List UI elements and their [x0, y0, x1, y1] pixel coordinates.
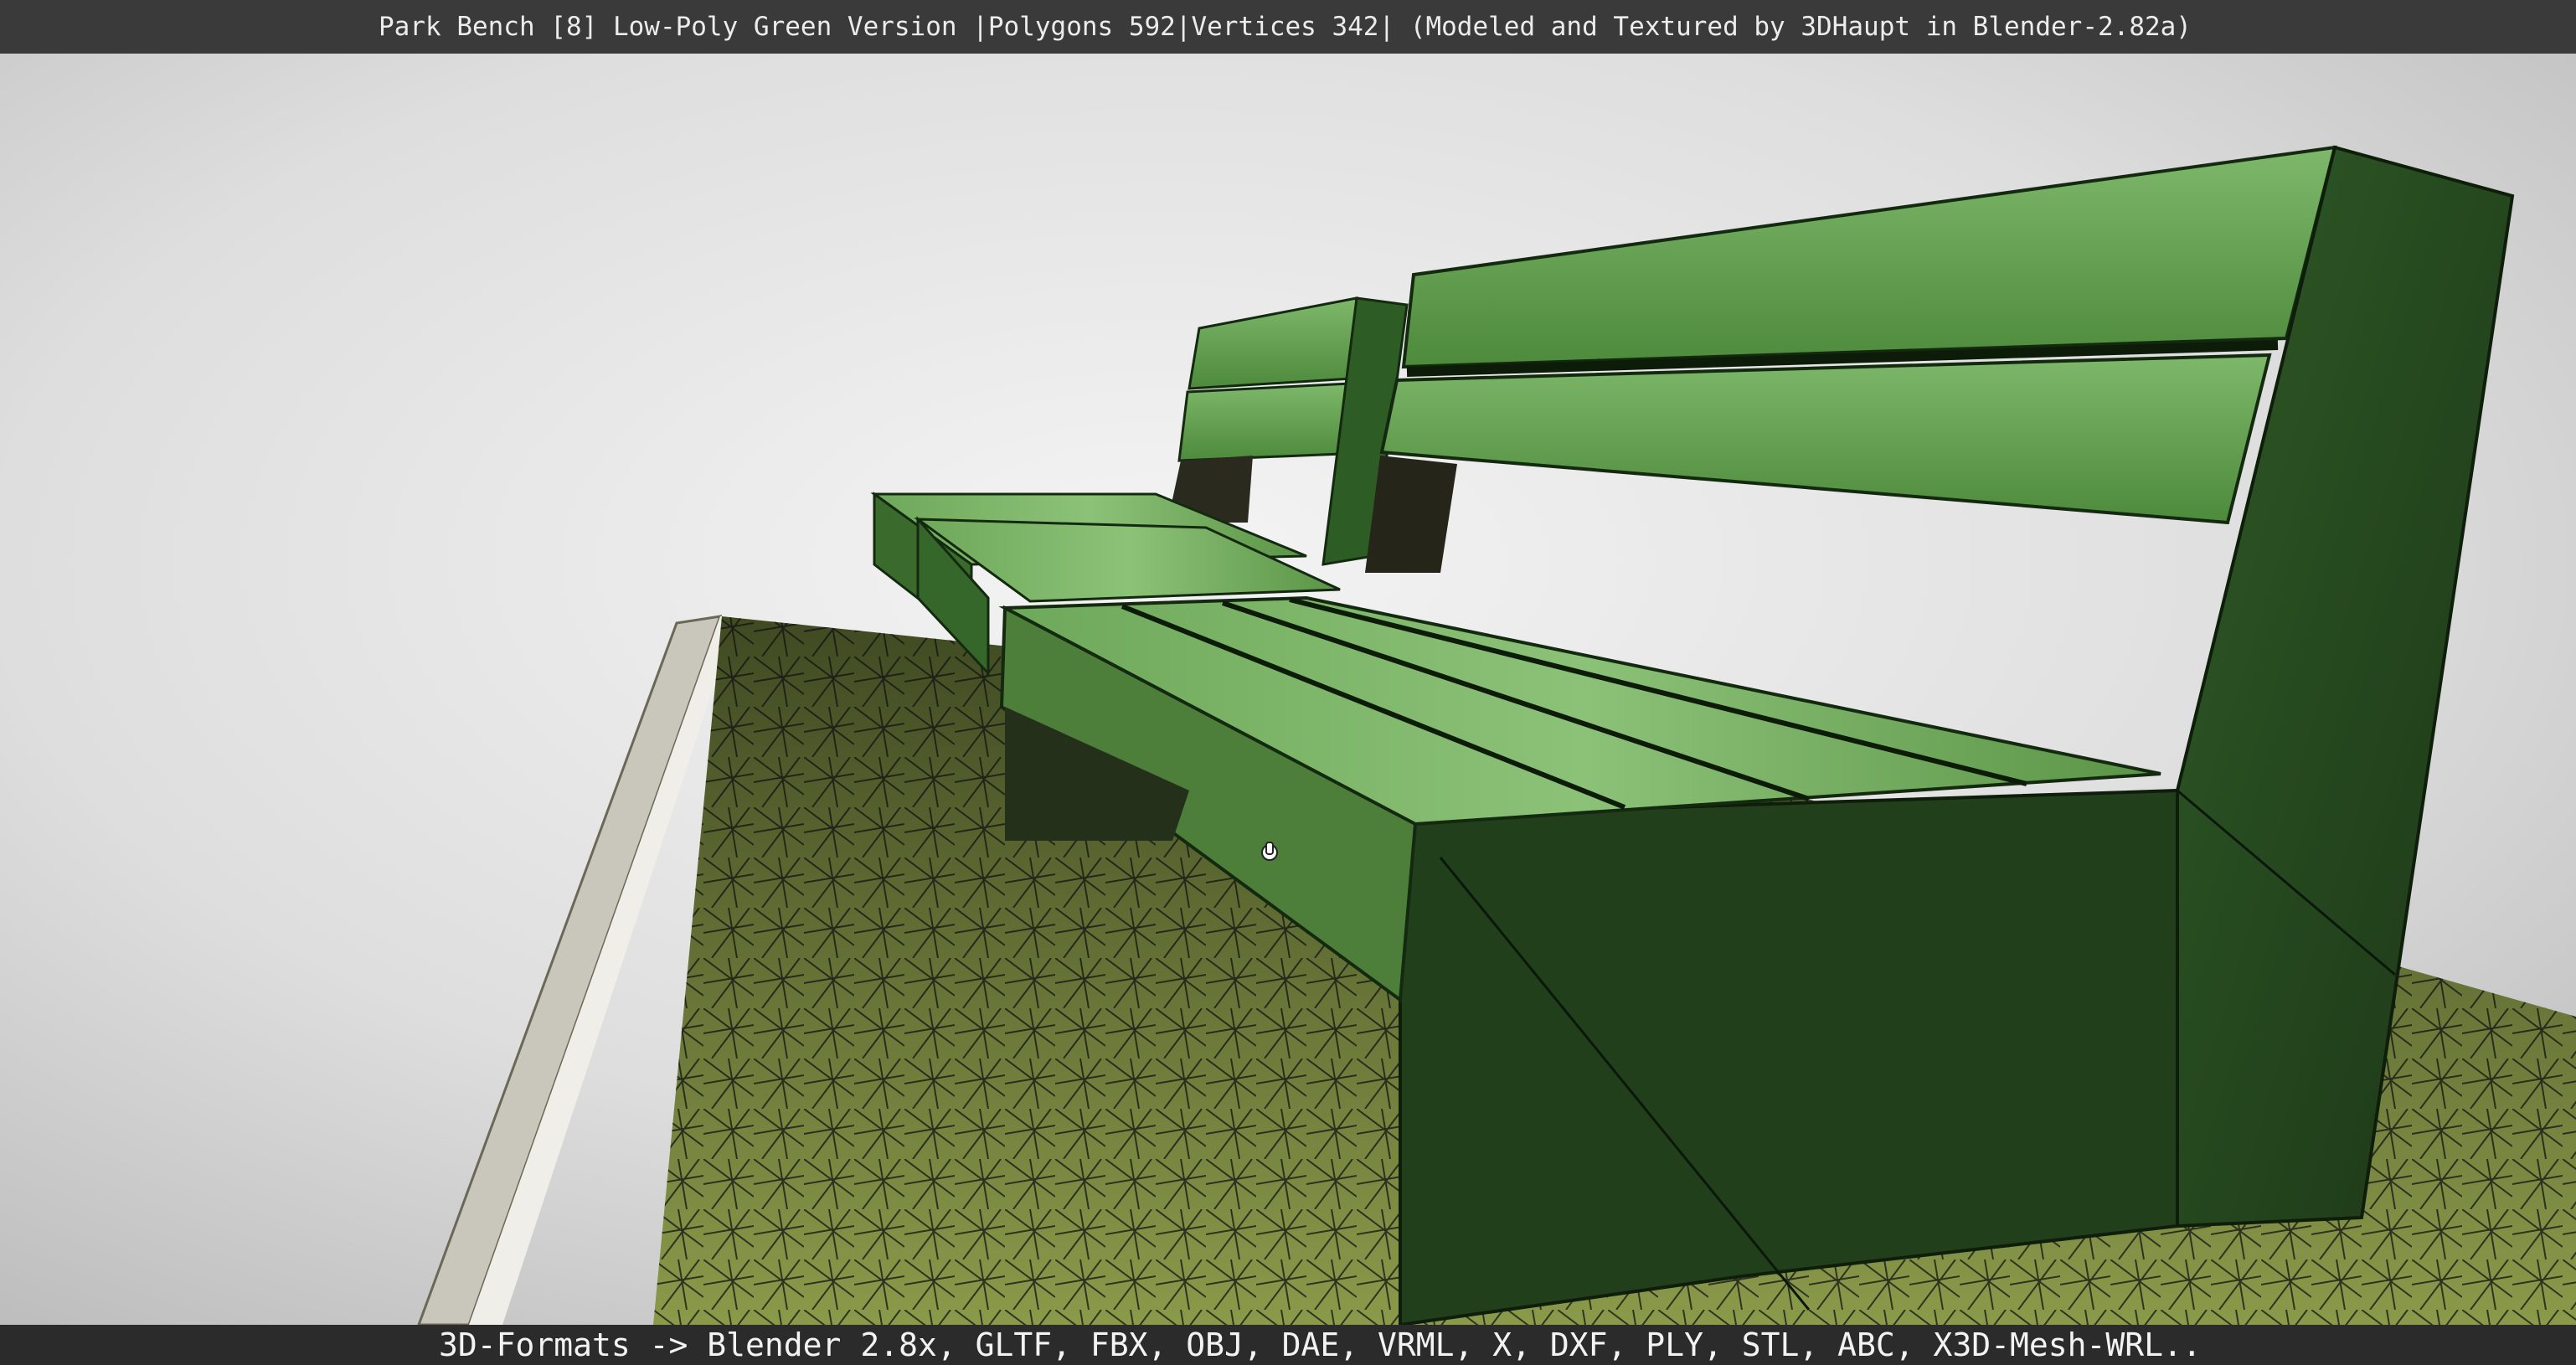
- export-formats-bar: 3D-Formats -> Blender 2.8x, GLTF, FBX, O…: [0, 1325, 2576, 1365]
- title-bar: Park Bench [8] Low-Poly Green Version |P…: [0, 0, 2576, 54]
- far-bench-backrest-bottom: [1177, 382, 1352, 462]
- 3d-viewport[interactable]: [0, 54, 2576, 1325]
- model-title: Park Bench [8] Low-Poly Green Version |P…: [379, 12, 2192, 42]
- model-preview-window: Park Bench [8] Low-Poly Green Version |P…: [0, 0, 2576, 1365]
- formats-text: 3D-Formats -> Blender 2.8x, GLTF, FBX, O…: [439, 1326, 2202, 1363]
